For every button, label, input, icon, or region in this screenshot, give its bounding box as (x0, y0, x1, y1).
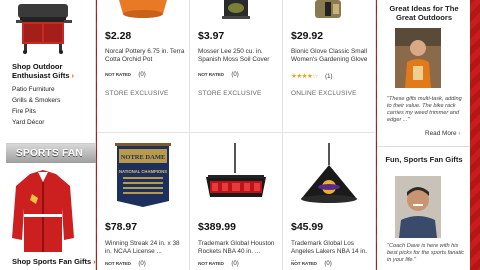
not-rated-badge: NOT RATED (198, 262, 224, 267)
rockets-lamp-image[interactable] (190, 143, 282, 209)
banner-subtitle-text: NATIONAL CHAMPIONS (119, 169, 167, 174)
product-rating: NOT RATED (0) (198, 72, 239, 78)
product-card[interactable]: NOTRE DAME NATIONAL CHAMPIONS $78.97 Win… (97, 133, 190, 270)
product-price: $2.28 (105, 30, 132, 42)
coach-photo[interactable] (395, 176, 441, 238)
shop-sports-link[interactable]: Shop Sports Fan Gifts › (12, 257, 96, 266)
product-price: $389.99 (198, 221, 236, 233)
product-price: $3.97 (198, 30, 225, 42)
product-card[interactable]: $45.99 Trademark Global Los Angeles Lake… (283, 133, 376, 270)
exclusive-tag: STORE EXCLUSIVE (105, 90, 169, 97)
glove-image[interactable] (283, 0, 375, 22)
exclusive-tag: ONLINE EXCLUSIVE (291, 90, 357, 97)
product-rating: NOT RATED (0) (105, 261, 146, 267)
nd-banner-image[interactable]: NOTRE DAME NATIONAL CHAMPIONS (97, 143, 189, 209)
chevron-right-icon: › (93, 257, 96, 266)
star-rating-icon: ★★★★☆ (291, 73, 318, 80)
shop-sports-label[interactable]: Shop Sports Fan Gifts (12, 257, 91, 266)
product-card[interactable]: $389.99 Trademark Global Houston Rockets… (190, 133, 283, 270)
category-link-fire-pits[interactable]: Fire Pits (12, 106, 94, 117)
product-card[interactable]: $29.92 Bionic Glove Classic Small Women'… (283, 0, 376, 132)
right-sidebar: Great Ideas for The Great Outdoors "Thes… (377, 0, 470, 270)
outdoors-promo-title: Great Ideas for The Great Outdoors (389, 4, 459, 22)
not-rated-badge: NOT RATED (198, 73, 224, 78)
shop-outdoor-link[interactable]: Shop Outdoor Enthusiast Gifts › (12, 62, 96, 80)
product-description[interactable]: Trademark Global Houston Rockets NBA 40 … (198, 240, 280, 256)
review-count: (0) (138, 72, 146, 78)
product-description[interactable]: Bionic Glove Classic Small Women's Garde… (291, 48, 373, 64)
sports-fan-banner: SPORTS FAN (6, 143, 96, 163)
product-grid: $2.28 Norcal Pottery 6.75 in. Terra Cott… (97, 0, 376, 270)
product-description[interactable]: Norcal Pottery 6.75 in. Terra Cotta Orch… (105, 48, 187, 64)
chevron-right-icon: › (71, 71, 75, 80)
product-rating: NOT RATED (0) (291, 261, 332, 267)
banner-title-text: NOTRE DAME (121, 154, 166, 161)
product-price: $29.92 (291, 30, 324, 42)
lakers-lamp-image[interactable] (283, 143, 375, 209)
product-rating: NOT RATED (0) (105, 72, 146, 78)
read-more-link[interactable]: Read More › (425, 130, 461, 137)
category-link-grills[interactable]: Grills & Smokers (12, 95, 94, 106)
review-count: (1) (325, 74, 333, 80)
category-link-patio[interactable]: Patio Furniture (12, 84, 94, 95)
shop-outdoor-label[interactable]: Shop Outdoor Enthusiast Gifts (12, 62, 70, 80)
product-rating: ★★★★☆ (1) (291, 72, 333, 80)
review-count: (0) (231, 261, 239, 267)
product-card[interactable]: $2.28 Norcal Pottery 6.75 in. Terra Cott… (97, 0, 190, 132)
review-count: (0) (324, 261, 332, 267)
read-more-label[interactable]: Read More (425, 130, 457, 137)
expert-quote: "These gifts multi-task, adding to their… (387, 96, 462, 123)
not-rated-badge: NOT RATED (105, 262, 131, 267)
left-sidebar: Shop Outdoor Enthusiast Gifts › Patio Fur… (0, 0, 96, 270)
outdoor-category-list: Patio Furniture Grills & Smokers Fire Pi… (12, 84, 94, 128)
page: Shop Outdoor Enthusiast Gifts › Patio Fur… (0, 0, 480, 270)
expert-photo[interactable] (395, 28, 441, 88)
not-rated-badge: NOT RATED (291, 262, 317, 267)
chevron-right-icon: › (458, 130, 461, 137)
pot-image[interactable] (97, 0, 189, 22)
exclusive-tag: STORE EXCLUSIVE (198, 90, 262, 97)
product-description[interactable]: Winning Streak 24 in. x 38 in. NCAA Lice… (105, 240, 187, 256)
moss-image[interactable] (190, 0, 282, 22)
product-rating: NOT RATED (0) (198, 261, 239, 267)
product-price: $78.97 (105, 221, 138, 233)
sidebar-divider (377, 146, 470, 147)
review-count: (0) (231, 72, 239, 78)
product-card[interactable]: $3.97 Mosser Lee 250 cu. in. Spanish Mos… (190, 0, 283, 132)
product-price: $45.99 (291, 221, 324, 233)
not-rated-badge: NOT RATED (105, 73, 131, 78)
coach-quote: "Coach Dave is here with his best picks … (387, 243, 465, 263)
sports-promo-title: Fun, Sports Fan Gifts (385, 155, 463, 164)
grill-image[interactable] (12, 0, 76, 54)
product-description[interactable]: Mosser Lee 250 cu. in. Spanish Moss Soil… (198, 48, 280, 64)
jacket-image[interactable] (8, 168, 78, 254)
review-count: (0) (138, 261, 146, 267)
category-link-yard-decor[interactable]: Yard Décor (12, 117, 94, 128)
